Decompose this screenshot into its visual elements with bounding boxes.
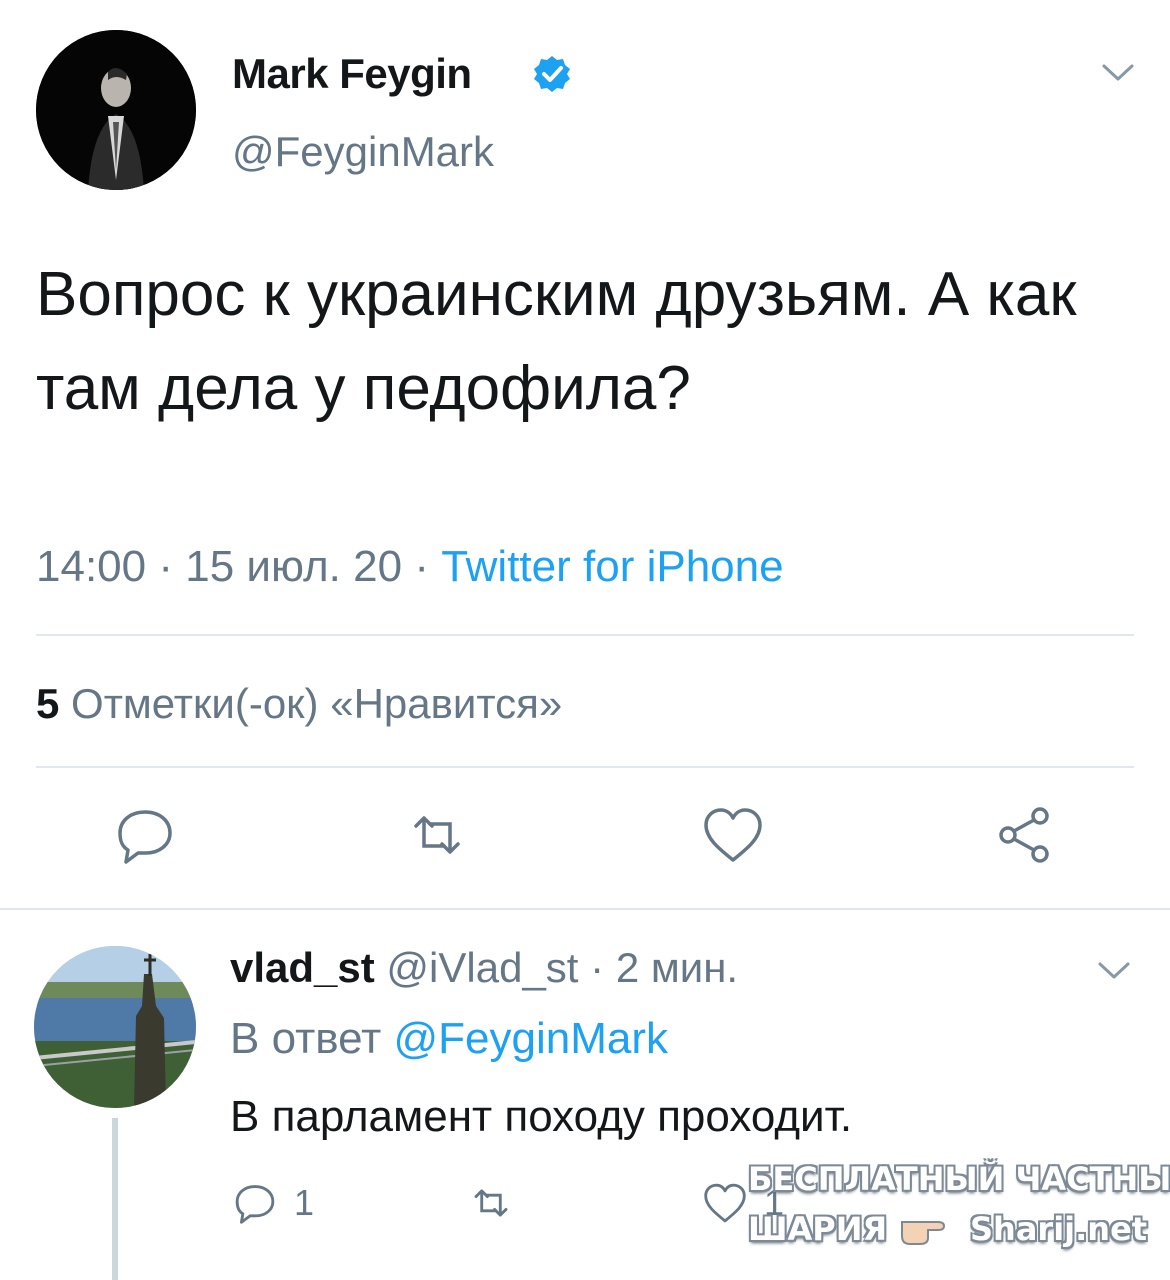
- reply-retweet-button[interactable]: [466, 1178, 516, 1228]
- reply-icon[interactable]: [110, 800, 180, 870]
- divider: [36, 766, 1134, 768]
- reply-header: vlad_st @iVlad_st · 2 мин.: [230, 944, 738, 992]
- watermark-line2: ШАРИЯ: [748, 1210, 888, 1248]
- meta-separator: ·: [590, 944, 605, 991]
- like-icon: [704, 1183, 746, 1223]
- author-avatar[interactable]: [36, 30, 196, 190]
- watermark: БЕСПЛАТНЫЙ ЧАСТНЫЙ ШАРИЯ Sharij.net: [748, 1160, 1170, 1266]
- reply-time: 2 мин.: [615, 944, 739, 991]
- divider: [36, 634, 1134, 636]
- author-name[interactable]: Mark Feygin: [232, 50, 472, 98]
- tweet-meta: 14:00 · 15 июл. 20 · Twitter for iPhone: [36, 542, 784, 592]
- reply-reply-button[interactable]: 1: [230, 1178, 314, 1228]
- likes-count: 5: [36, 680, 60, 727]
- share-icon[interactable]: [990, 800, 1060, 870]
- verified-badge-icon: [534, 56, 570, 92]
- chevron-down-icon[interactable]: [1094, 956, 1134, 986]
- replying-to: В ответ @FeyginMark: [230, 1014, 668, 1064]
- reply-to-mention-link[interactable]: @FeyginMark: [394, 1014, 669, 1063]
- likes-summary[interactable]: 5 Отметки(-ок) «Нравится»: [36, 680, 562, 728]
- tweet-source-link[interactable]: Twitter for iPhone: [441, 542, 783, 591]
- reply-text: В парламент походу проходит.: [230, 1092, 853, 1141]
- avatar-photo: [36, 30, 196, 190]
- tweet-date: 15 июл. 20: [185, 542, 403, 591]
- meta-separator: ·: [158, 542, 173, 591]
- reply-author-name[interactable]: vlad_st: [230, 944, 375, 991]
- retweet-icon[interactable]: [402, 800, 472, 870]
- watermark-line1: БЕСПЛАТНЫЙ ЧАСТНЫЙ: [748, 1160, 1170, 1198]
- tweet-text: Вопрос к украинским друзьям. А как там д…: [36, 260, 1077, 423]
- author-handle[interactable]: @FeyginMark: [232, 128, 494, 176]
- meta-separator: ·: [414, 542, 429, 591]
- avatar-photo: [34, 946, 196, 1108]
- reply-count: 1: [294, 1182, 315, 1223]
- retweet-icon: [474, 1189, 508, 1217]
- watermark-line3: Sharij.net: [970, 1210, 1148, 1248]
- tweet-separator: [0, 908, 1170, 910]
- reply-prefix: В ответ: [230, 1014, 382, 1063]
- likes-label: Отметки(-ок) «Нравится»: [71, 680, 563, 727]
- reply-author-handle[interactable]: @iVlad_st: [386, 944, 578, 991]
- tweet-time: 14:00: [36, 542, 147, 591]
- pointing-hand-icon: [901, 1221, 946, 1245]
- like-icon[interactable]: [698, 800, 768, 870]
- thread-line: [112, 1118, 118, 1280]
- reply-icon: [235, 1185, 275, 1224]
- chevron-down-icon[interactable]: [1098, 58, 1138, 88]
- reply-author-avatar[interactable]: [34, 946, 196, 1108]
